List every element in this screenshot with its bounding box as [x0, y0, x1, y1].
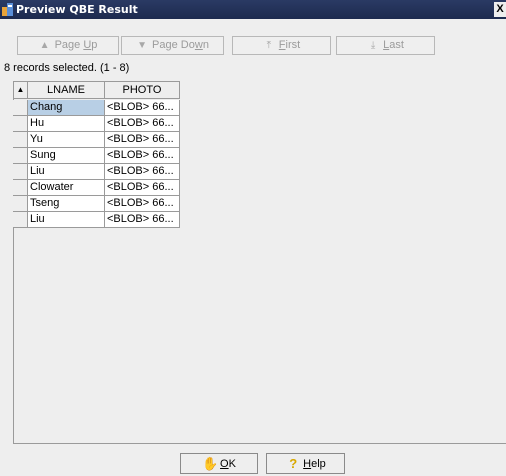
row-header[interactable]	[13, 132, 28, 148]
cell-photo[interactable]: <BLOB> 66...	[105, 116, 180, 132]
app-icon	[2, 3, 13, 16]
ok-button[interactable]: ✋ OK	[180, 453, 258, 474]
cell-photo[interactable]: <BLOB> 66...	[105, 100, 180, 116]
sort-indicator-icon[interactable]: ▲	[13, 81, 28, 99]
row-header[interactable]	[13, 180, 28, 196]
first-icon: ⤒	[266, 40, 271, 51]
cell-lname[interactable]: Clowater	[28, 180, 105, 196]
column-header-lname[interactable]: LNAME	[28, 81, 105, 99]
arrow-down-icon: ▼	[137, 40, 147, 51]
cell-lname[interactable]: Yu	[28, 132, 105, 148]
cell-photo[interactable]: <BLOB> 66...	[105, 148, 180, 164]
cell-photo[interactable]: <BLOB> 66...	[105, 196, 180, 212]
row-header[interactable]	[13, 196, 28, 212]
page-down-button[interactable]: ▼ Page Down	[121, 36, 224, 55]
last-label: Last	[383, 39, 404, 51]
cell-lname[interactable]: Chang	[28, 100, 105, 116]
navigation-toolbar: ▲ Page Up ▼ Page Down ⤒ First ⤓ Last	[0, 19, 506, 57]
cell-lname[interactable]: Liu	[28, 212, 105, 228]
first-button[interactable]: ⤒ First	[232, 36, 331, 55]
records-status: 8 records selected. (1 - 8)	[4, 62, 130, 74]
row-header[interactable]	[13, 148, 28, 164]
title-bar[interactable]: Preview QBE Result X	[0, 0, 506, 19]
cell-lname[interactable]: Sung	[28, 148, 105, 164]
question-icon: ?	[289, 456, 298, 471]
dialog-footer: ✋ OK ? Help	[0, 445, 506, 476]
help-label: Help	[303, 458, 326, 470]
last-button[interactable]: ⤓ Last	[336, 36, 435, 55]
cell-photo[interactable]: <BLOB> 66...	[105, 212, 180, 228]
cell-photo[interactable]: <BLOB> 66...	[105, 180, 180, 196]
row-header[interactable]	[13, 164, 28, 180]
page-down-label: Page Down	[152, 39, 209, 51]
first-label: First	[278, 39, 301, 51]
cell-photo[interactable]: <BLOB> 66...	[105, 132, 180, 148]
cell-lname[interactable]: Hu	[28, 116, 105, 132]
cell-photo[interactable]: <BLOB> 66...	[105, 164, 180, 180]
row-header[interactable]	[13, 116, 28, 132]
column-header-photo[interactable]: PHOTO	[105, 81, 180, 99]
hand-icon: ✋	[202, 456, 219, 471]
page-up-label: Page Up	[54, 39, 98, 51]
arrow-up-icon: ▲	[39, 40, 50, 51]
close-button[interactable]: X	[494, 2, 506, 17]
row-header[interactable]	[13, 212, 28, 228]
row-header[interactable]	[13, 100, 28, 116]
help-button[interactable]: ? Help	[266, 453, 345, 474]
window-title: Preview QBE Result	[16, 3, 138, 16]
last-icon: ⤓	[370, 40, 376, 51]
page-up-button[interactable]: ▲ Page Up	[17, 36, 119, 55]
qbe-preview-window: Preview QBE Result X ▲ Page Up ▼ Page Down…	[0, 0, 506, 476]
cell-lname[interactable]: Liu	[28, 164, 105, 180]
ok-label: OK	[220, 458, 236, 470]
cell-lname[interactable]: Tseng	[28, 196, 105, 212]
